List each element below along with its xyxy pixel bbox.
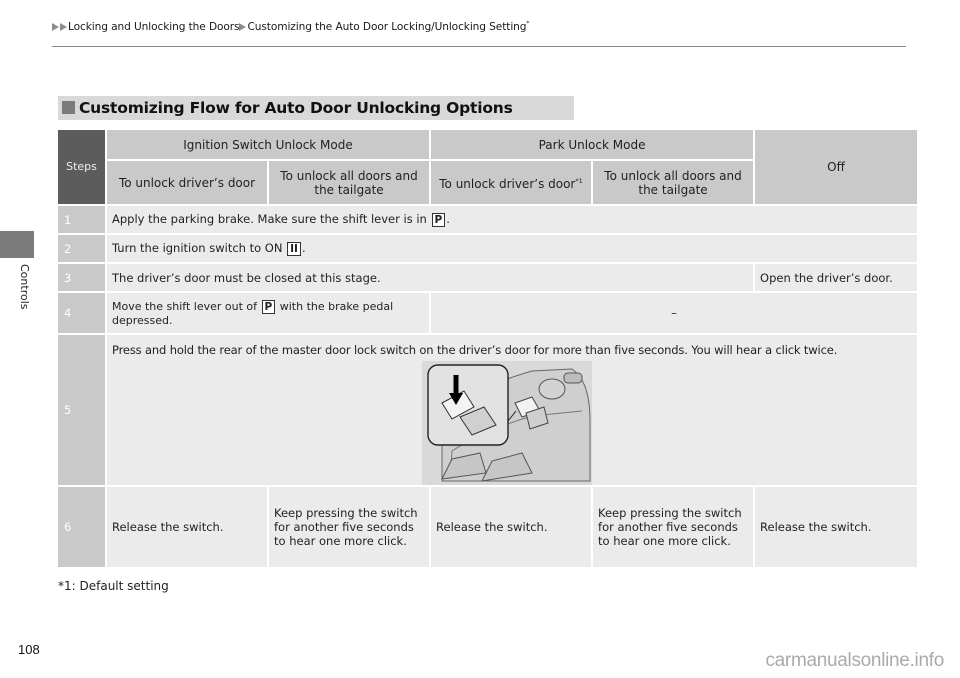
step-text: Turn the ignition switch to ON II.	[107, 235, 918, 262]
step-number: 6	[58, 487, 105, 567]
step-text-part: Turn the ignition switch to ON	[112, 241, 287, 255]
subheader-ignition-driver: To unlock driver’s door	[107, 161, 267, 204]
watermark[interactable]: carmanualsonline.info	[765, 650, 944, 672]
shift-position-p-icon: P	[431, 213, 446, 227]
customizing-flow-table: Steps Ignition Switch Unlock Mode Park U…	[56, 128, 919, 569]
chapter-label[interactable]: Controls	[18, 264, 31, 320]
step-cell-park-all: Keep pressing the switch for another fiv…	[593, 487, 754, 567]
breadcrumb-item-current[interactable]: Customizing the Auto Door Locking/Unlock…	[247, 21, 526, 33]
subheader-park-driver-text: To unlock driver’s door	[439, 177, 576, 191]
breadcrumb-arrow-icon	[239, 22, 247, 31]
group-header-ignition: Ignition Switch Unlock Mode	[107, 130, 430, 159]
step-text-part: .	[446, 212, 450, 226]
table-row: 2 Turn the ignition switch to ON II.	[58, 235, 918, 262]
mirror-control	[538, 378, 566, 400]
step-cell-ignition-all: Keep pressing the switch for another fiv…	[269, 487, 430, 567]
step-text: Apply the parking brake. Make sure the s…	[107, 206, 918, 233]
step-text-part: .	[301, 241, 306, 255]
subheader-park-driver: To unlock driver’s door*1	[431, 161, 592, 204]
subheader-park-all: To unlock all doors and the tailgate	[593, 161, 754, 204]
group-header-park: Park Unlock Mode	[431, 130, 754, 159]
step-text: The driver’s door must be closed at this…	[107, 264, 754, 291]
group-header-off: Off	[755, 130, 918, 204]
section-title: Customizing Flow for Auto Door Unlocking…	[58, 96, 574, 120]
table-row: 4 Move the shift lever out of P with the…	[58, 293, 918, 333]
subheader-ignition-all: To unlock all doors and the tailgate	[269, 161, 430, 204]
door-lock-switch-illustration	[422, 361, 592, 485]
step-cell-park-driver: Release the switch.	[431, 487, 592, 567]
chapter-tab[interactable]	[0, 231, 34, 258]
step-text-off: Open the driver’s door.	[755, 264, 918, 291]
step-text: Press and hold the rear of the master do…	[112, 343, 838, 357]
breadcrumb-item[interactable]: Locking and Unlocking the Doors	[68, 21, 240, 33]
page-number: 108	[18, 642, 40, 657]
step-text: Move the shift lever out of P with the b…	[107, 293, 430, 333]
breadcrumb-arrow-icon	[52, 22, 59, 31]
default-marker: *1	[575, 177, 583, 185]
table-row: 6 Release the switch. Keep pressing the …	[58, 487, 918, 567]
optional-feature-mark: *	[526, 20, 530, 27]
table-row: 3 The driver’s door must be closed at th…	[58, 264, 918, 291]
step-number: 3	[58, 264, 105, 291]
header-divider	[52, 46, 906, 47]
step-text-not-applicable: –	[431, 293, 918, 333]
step-number: 1	[58, 206, 105, 233]
step-cell-off: Release the switch.	[755, 487, 918, 567]
step-text-part: Apply the parking brake. Make sure the s…	[112, 212, 431, 226]
table-row: 1 Apply the parking brake. Make sure the…	[58, 206, 918, 233]
shift-position-p-icon: P	[261, 299, 276, 314]
section-title-text: Customizing Flow for Auto Door Unlocking…	[79, 99, 513, 117]
step-text-part: Move the shift lever out of	[112, 299, 261, 313]
step-content: Press and hold the rear of the master do…	[107, 335, 918, 485]
step-number: 5	[58, 335, 105, 485]
table-header-row: Steps Ignition Switch Unlock Mode Park U…	[58, 130, 918, 204]
step-number: 2	[58, 235, 105, 262]
breadcrumb: Locking and Unlocking the Doors Customizi…	[52, 20, 529, 33]
ignition-on-icon: II	[287, 242, 301, 256]
mirror-selector	[563, 372, 583, 384]
footnote: *1: Default setting	[58, 579, 169, 593]
step-cell-ignition-driver: Release the switch.	[107, 487, 267, 567]
breadcrumb-arrow-icon	[60, 22, 67, 31]
steps-header: Steps	[58, 130, 105, 204]
table-row: 5 Press and hold the rear of the master …	[58, 335, 918, 485]
section-square-icon	[62, 101, 75, 114]
step-number: 4	[58, 293, 105, 333]
